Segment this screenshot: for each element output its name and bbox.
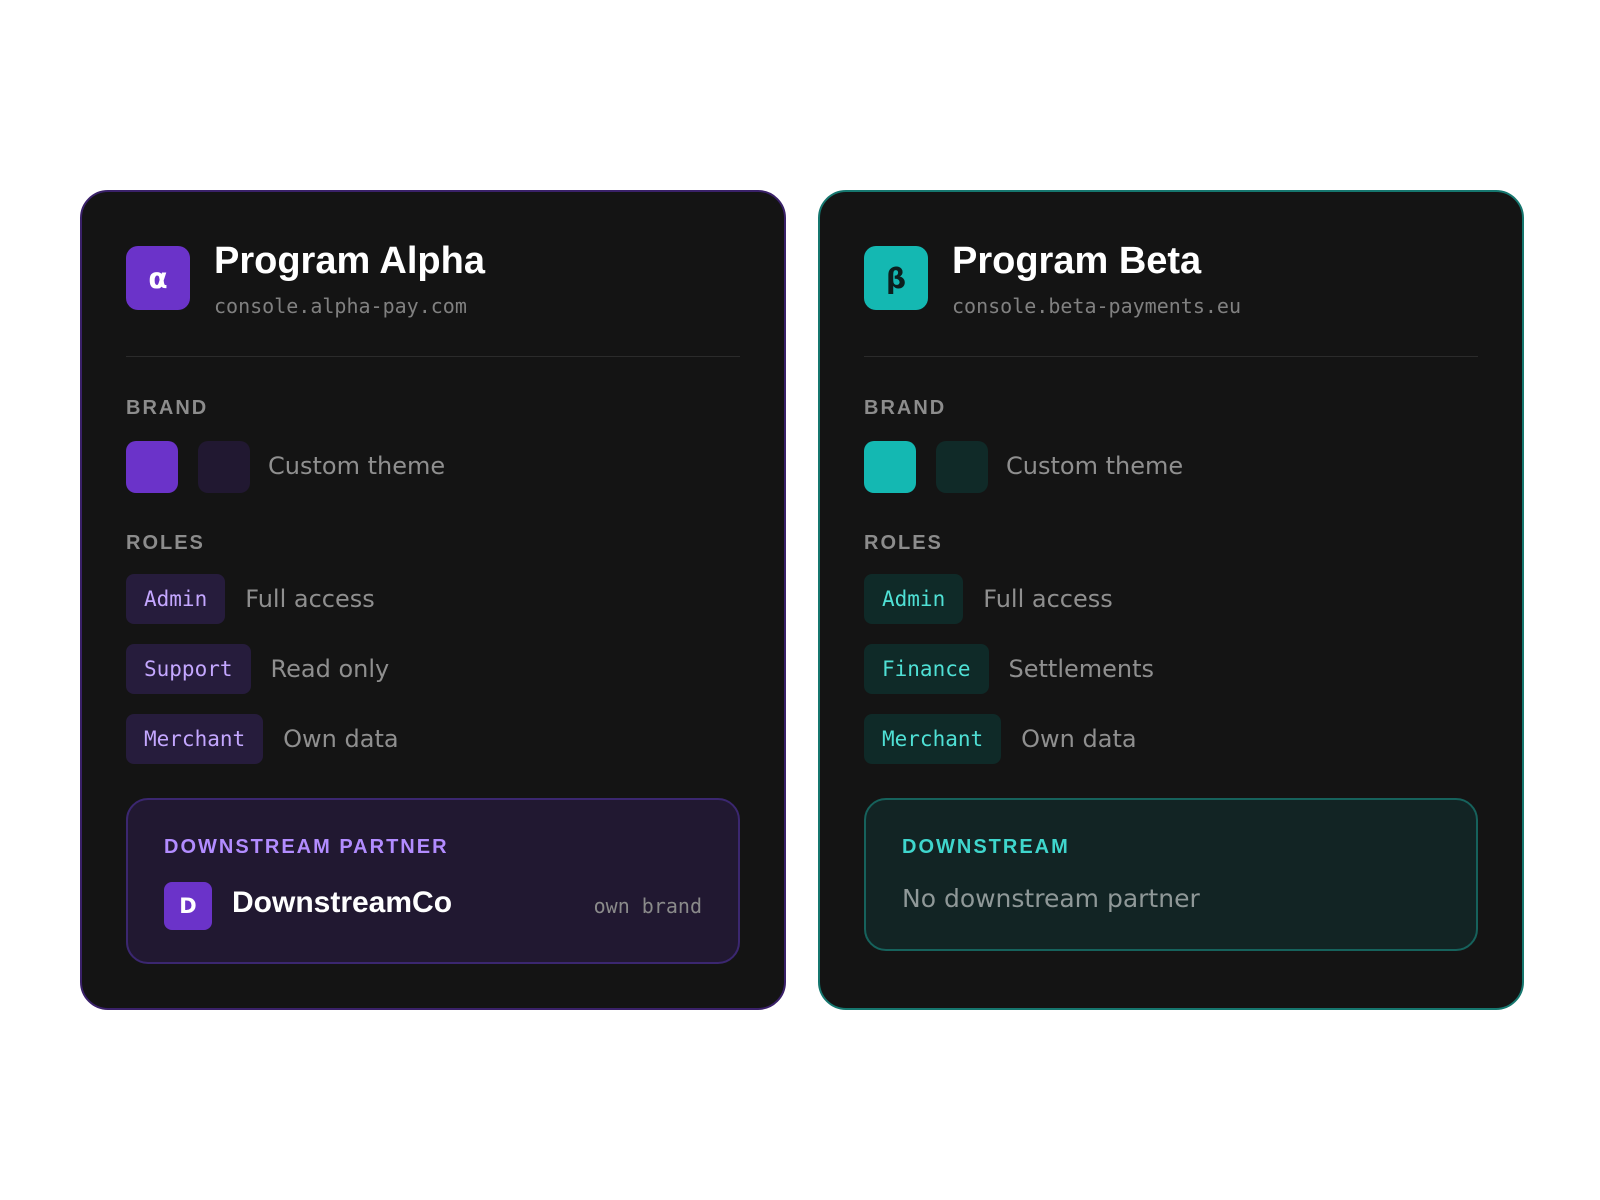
downstream-empty-text: No downstream partner: [902, 884, 1200, 913]
brand-primary-swatch[interactable]: [126, 441, 178, 493]
role-description: Settlements: [1008, 655, 1155, 683]
downstream-panel: DOWNSTREAM No downstream partner: [864, 798, 1478, 951]
roles-section-label: ROLES: [864, 532, 943, 554]
role-row-admin: Admin Full access: [864, 574, 1113, 624]
role-row-support: Support Read only: [126, 644, 389, 694]
downstream-label: DOWNSTREAM PARTNER: [164, 836, 449, 858]
role-description: Full access: [983, 585, 1113, 613]
partner-brand-note: own brand: [593, 894, 702, 918]
partner-name[interactable]: DownstreamCo: [232, 886, 452, 920]
role-row-finance: Finance Settlements: [864, 644, 1154, 694]
program-logo-beta: β: [864, 246, 928, 310]
brand-secondary-swatch[interactable]: [936, 441, 988, 493]
role-row-merchant: Merchant Own data: [864, 714, 1137, 764]
downstream-label: DOWNSTREAM: [902, 836, 1070, 858]
program-logo-alpha: α: [126, 246, 190, 310]
program-header: α Program Alpha console.alpha-pay.com: [126, 240, 740, 357]
role-row-merchant: Merchant Own data: [126, 714, 399, 764]
downstream-partner-panel[interactable]: DOWNSTREAM PARTNER D DownstreamCo own br…: [126, 798, 740, 964]
brand-theme-text: Custom theme: [1006, 452, 1184, 480]
program-card-alpha[interactable]: α Program Alpha console.alpha-pay.com BR…: [80, 190, 786, 1010]
program-title: Program Alpha: [214, 240, 485, 282]
role-description: Own data: [1021, 725, 1137, 753]
program-domain[interactable]: console.alpha-pay.com: [214, 294, 467, 318]
role-tag-admin[interactable]: Admin: [864, 574, 964, 624]
role-row-admin: Admin Full access: [126, 574, 375, 624]
role-description: Own data: [283, 725, 399, 753]
role-description: Full access: [245, 585, 375, 613]
brand-section-label: BRAND: [126, 397, 209, 419]
role-tag-support[interactable]: Support: [126, 644, 251, 694]
program-card-beta[interactable]: β Program Beta console.beta-payments.eu …: [818, 190, 1524, 1010]
brand-theme-text: Custom theme: [268, 452, 446, 480]
brand-primary-swatch[interactable]: [864, 441, 916, 493]
brand-secondary-swatch[interactable]: [198, 441, 250, 493]
role-tag-finance[interactable]: Finance: [864, 644, 989, 694]
program-header: β Program Beta console.beta-payments.eu: [864, 240, 1478, 357]
program-domain[interactable]: console.beta-payments.eu: [952, 294, 1241, 318]
role-tag-merchant[interactable]: Merchant: [864, 714, 1002, 764]
roles-section-label: ROLES: [126, 532, 205, 554]
brand-section-label: BRAND: [864, 397, 947, 419]
program-title: Program Beta: [952, 240, 1202, 282]
partner-avatar: D: [164, 882, 212, 930]
role-tag-admin[interactable]: Admin: [126, 574, 226, 624]
role-tag-merchant[interactable]: Merchant: [126, 714, 264, 764]
role-description: Read only: [270, 655, 390, 683]
